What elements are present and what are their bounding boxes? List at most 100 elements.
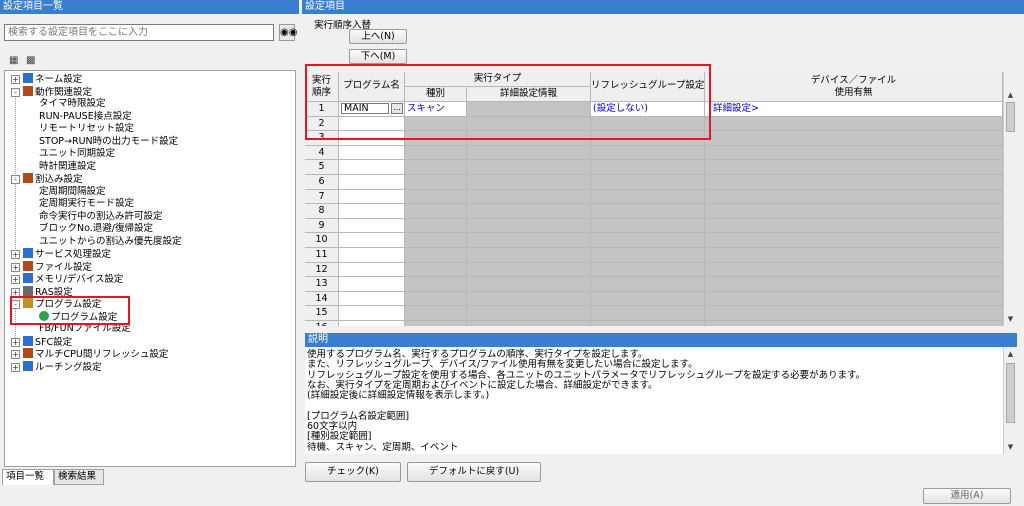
tree-category[interactable]: メモリ/デバイス設定 bbox=[23, 273, 123, 286]
check-button[interactable]: チェック(K) bbox=[305, 462, 401, 482]
scroll-up-icon[interactable]: ▲ bbox=[1004, 88, 1017, 102]
program-name-cell[interactable] bbox=[339, 291, 405, 307]
settings-list-pane: 設定項目一覧 検索する設定項目をここに入力 ◉◉ ▦ ▩ + ネーム設定 - 動作関連… bbox=[0, 0, 299, 506]
settings-tree: + ネーム設定 - 動作関連設定 タイマ時限設定 RUN-PAUSE接点設定 リモートリセッ… bbox=[4, 70, 296, 467]
device-file-cell bbox=[705, 277, 1003, 292]
refresh-group-cell bbox=[591, 160, 705, 175]
tree-item[interactable]: 定周期実行モード設定 bbox=[39, 198, 134, 211]
move-up-button[interactable]: 上へ(N) bbox=[349, 29, 407, 44]
tree-expander-icon[interactable]: + bbox=[11, 350, 20, 359]
type-kind-cell bbox=[405, 218, 467, 234]
row-number: 15 bbox=[305, 306, 339, 321]
tree-category[interactable]: サービス処理設定 bbox=[23, 248, 111, 261]
tree-item[interactable]: ユニットからの割込み優先度設定 bbox=[39, 236, 182, 249]
tree-expander-icon[interactable]: + bbox=[11, 362, 20, 372]
tree-item[interactable]: RUN-PAUSE接点設定 bbox=[39, 111, 132, 124]
program-name-cell[interactable] bbox=[339, 189, 405, 205]
row-number: 16 bbox=[305, 321, 339, 326]
type-kind-cell bbox=[405, 262, 467, 278]
folder-category-icon bbox=[23, 273, 33, 283]
tree-category[interactable]: 割込み設定 bbox=[23, 173, 83, 186]
folder-category-icon bbox=[23, 285, 33, 296]
program-name-cell[interactable] bbox=[339, 233, 405, 248]
tree-item[interactable]: 命令実行中の割込み許可設定 bbox=[39, 211, 163, 224]
device-file-cell bbox=[705, 160, 1003, 175]
refresh-group-cell bbox=[591, 189, 705, 205]
collapse-all-icon[interactable]: ▩ bbox=[26, 55, 38, 67]
tree-category[interactable]: ルーチング設定 bbox=[23, 360, 102, 374]
tree-item-label: 定周期間隔設定 bbox=[39, 185, 106, 197]
tree-category[interactable]: ファイル設定 bbox=[23, 260, 92, 274]
tree-category[interactable]: マルチCPU間リフレッシュ設定 bbox=[23, 348, 168, 361]
device-file-cell bbox=[705, 116, 1003, 132]
row-number: 12 bbox=[305, 262, 339, 278]
apply-button[interactable]: 適用(A) bbox=[923, 488, 1011, 504]
refresh-group-cell bbox=[591, 218, 705, 234]
device-file-cell bbox=[705, 306, 1003, 321]
program-name-cell[interactable] bbox=[339, 306, 405, 321]
table-scrollbar[interactable]: ▲ ▼ bbox=[1003, 72, 1017, 326]
device-file-cell bbox=[705, 248, 1003, 263]
tree-category[interactable]: SFC設定 bbox=[23, 335, 72, 349]
program-name-cell[interactable] bbox=[339, 277, 405, 292]
type-detail-cell bbox=[467, 262, 591, 278]
tree-item-label: RUN-PAUSE接点設定 bbox=[39, 110, 132, 122]
expand-all-icon[interactable]: ▦ bbox=[9, 55, 21, 67]
device-file-cell[interactable]: 詳細設定> bbox=[705, 102, 1003, 117]
row-number: 9 bbox=[305, 218, 339, 234]
restore-default-button[interactable]: デフォルトに戻す(U) bbox=[407, 462, 541, 482]
tab-search-results[interactable]: 検索結果 bbox=[54, 469, 104, 485]
type-kind-cell bbox=[405, 189, 467, 205]
row-number: 10 bbox=[305, 233, 339, 248]
tree-item-label: ユニット同期設定 bbox=[39, 148, 116, 159]
tree-item[interactable]: ブロックNo.退避/復帰設定 bbox=[39, 223, 153, 236]
scroll-thumb[interactable] bbox=[1006, 102, 1015, 132]
desc-scroll-thumb[interactable] bbox=[1006, 363, 1015, 423]
move-down-button[interactable]: 下へ(M) bbox=[349, 49, 407, 64]
tree-guide-line bbox=[15, 96, 16, 178]
search-input[interactable]: 検索する設定項目をここに入力 bbox=[4, 24, 274, 41]
tree-item[interactable]: STOP→RUN時の出力モード設定 bbox=[39, 136, 178, 149]
type-kind-cell bbox=[405, 291, 467, 307]
refresh-group-cell bbox=[591, 306, 705, 321]
scroll-down-icon[interactable]: ▼ bbox=[1004, 312, 1017, 326]
program-name-cell[interactable] bbox=[339, 160, 405, 175]
tree-category[interactable]: ネーム設定 bbox=[23, 73, 82, 86]
device-file-cell bbox=[705, 189, 1003, 205]
type-detail-cell bbox=[467, 291, 591, 307]
desc-scroll-down-icon[interactable]: ▼ bbox=[1004, 440, 1017, 454]
tree-item-label: リモートリセット設定 bbox=[39, 123, 135, 134]
program-name-cell[interactable] bbox=[339, 218, 405, 234]
program-name-cell[interactable] bbox=[339, 145, 405, 161]
tree-item[interactable]: ユニット同期設定 bbox=[39, 148, 115, 161]
program-name-cell[interactable] bbox=[339, 262, 405, 278]
description-scrollbar[interactable]: ▲ ▼ bbox=[1003, 347, 1017, 454]
tree-expander-icon[interactable]: - bbox=[11, 87, 20, 97]
refresh-group-cell bbox=[591, 262, 705, 278]
program-name-cell[interactable] bbox=[339, 321, 405, 326]
binoculars-icon[interactable]: ◉◉ bbox=[279, 24, 297, 41]
program-name-cell[interactable] bbox=[339, 248, 405, 263]
tree-expander-icon[interactable]: + bbox=[11, 275, 20, 284]
tree-expander-icon[interactable]: + bbox=[11, 75, 20, 84]
type-kind-cell bbox=[405, 248, 467, 263]
device-file-cell bbox=[705, 204, 1003, 219]
tree-expander-icon[interactable]: + bbox=[11, 262, 20, 272]
program-name-cell[interactable] bbox=[339, 175, 405, 190]
tree-item-label: 時計関連設定 bbox=[39, 160, 97, 172]
tree-category[interactable]: 動作関連設定 bbox=[23, 85, 93, 99]
type-kind-cell bbox=[405, 160, 467, 175]
tree-item[interactable]: 時計関連設定 bbox=[39, 161, 96, 174]
tree-item[interactable]: 定周期間隔設定 bbox=[39, 186, 106, 199]
device-file-cell bbox=[705, 131, 1003, 146]
row-number: 14 bbox=[305, 291, 339, 307]
program-name-cell[interactable] bbox=[339, 204, 405, 219]
desc-scroll-up-icon[interactable]: ▲ bbox=[1004, 347, 1017, 361]
tree-item[interactable]: リモートリセット設定 bbox=[39, 123, 134, 136]
tab-item-list[interactable]: 項目一覧 bbox=[2, 469, 54, 485]
type-detail-cell bbox=[467, 321, 591, 326]
folder-category-icon bbox=[23, 260, 33, 271]
tree-item-label: メモリ/デバイス設定 bbox=[35, 274, 124, 285]
tree-item[interactable]: タイマ時限設定 bbox=[39, 98, 106, 111]
tree-item-label: 動作関連設定 bbox=[35, 86, 93, 98]
